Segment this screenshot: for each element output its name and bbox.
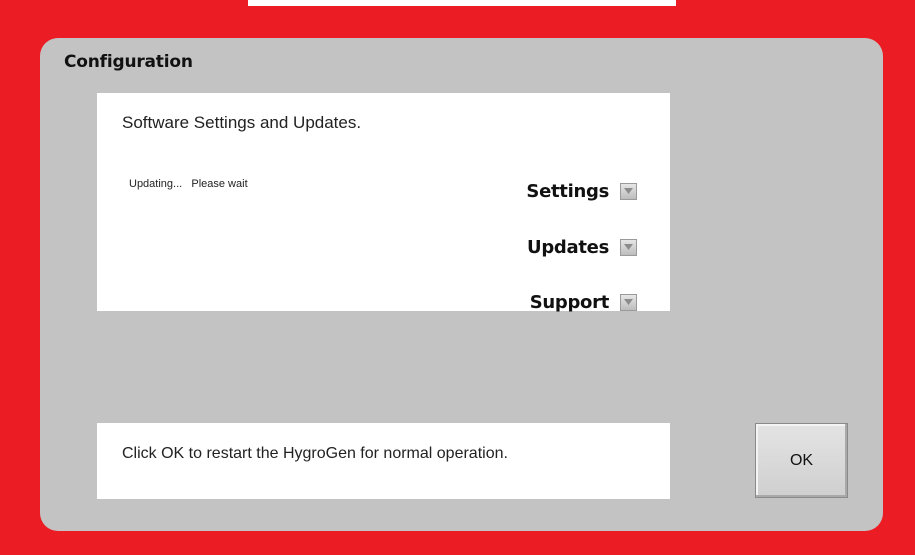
menu-item-support[interactable]: Support bbox=[530, 289, 637, 315]
menu-item-settings-label: Settings bbox=[526, 180, 609, 202]
message-box: Click OK to restart the HygroGen for nor… bbox=[97, 423, 670, 499]
updates-dropdown-button[interactable] bbox=[620, 238, 637, 256]
panel-title: Configuration bbox=[64, 52, 193, 72]
menu-item-updates-label: Updates bbox=[527, 236, 609, 258]
menu-item-updates[interactable]: Updates bbox=[527, 234, 637, 260]
update-status-text: Updating... Please wait bbox=[129, 178, 248, 190]
dropdown-arrow-icon bbox=[624, 188, 633, 194]
configuration-panel: Configuration Software Settings and Upda… bbox=[40, 38, 883, 531]
settings-dropdown-button[interactable] bbox=[620, 182, 637, 200]
dropdown-arrow-icon bbox=[624, 244, 633, 250]
restart-message: Click OK to restart the HygroGen for nor… bbox=[122, 445, 508, 462]
ok-button[interactable]: OK bbox=[755, 423, 848, 498]
settings-box: Software Settings and Updates. Updating.… bbox=[97, 93, 670, 313]
app-frame: Configuration Software Settings and Upda… bbox=[0, 0, 915, 555]
support-dropdown-button[interactable] bbox=[620, 293, 637, 311]
menu-item-settings[interactable]: Settings bbox=[526, 178, 637, 204]
settings-heading: Software Settings and Updates. bbox=[122, 113, 362, 132]
dropdown-arrow-icon bbox=[624, 299, 633, 305]
menu-item-support-label: Support bbox=[529, 291, 610, 313]
top-strip bbox=[248, 0, 676, 6]
